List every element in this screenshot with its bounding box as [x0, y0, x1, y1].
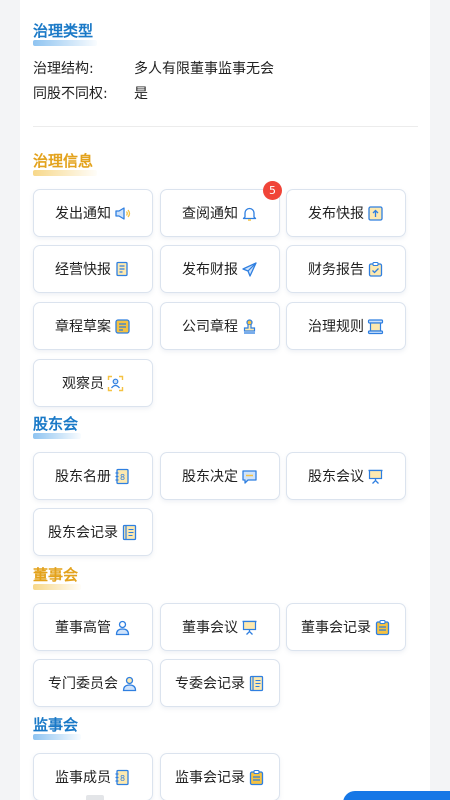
governance-rules-button[interactable]: 治理规则: [286, 302, 406, 350]
record-book-icon: [121, 524, 138, 541]
publish-financials-button[interactable]: 发布财报: [160, 245, 280, 293]
chat-icon: [241, 468, 258, 485]
directors-executives-button[interactable]: 董事高管: [33, 603, 153, 651]
presentation-icon: [367, 468, 384, 485]
info-row-dual-class: 同股不同权: 是: [33, 83, 148, 103]
person-icon: [121, 675, 138, 692]
view-notice-button[interactable]: 查阅通知 5: [160, 181, 282, 237]
presentation-icon: [241, 619, 258, 636]
record-book-icon: [248, 675, 265, 692]
roster-icon: 8: [114, 769, 131, 786]
svg-text:8: 8: [120, 774, 125, 783]
shareholder-meeting-button[interactable]: 股东会议: [286, 452, 406, 500]
observer-button[interactable]: 观察员: [33, 359, 153, 407]
publish-bulletin-button[interactable]: 发布快报: [286, 189, 406, 237]
notepad-icon: [114, 318, 131, 335]
floating-action-tab[interactable]: [343, 791, 450, 800]
financial-report-button[interactable]: 财务报告: [286, 245, 406, 293]
roster-icon: 8: [114, 468, 131, 485]
divider: [33, 126, 418, 127]
company-charter-button[interactable]: 公司章程: [160, 302, 280, 350]
section-title-shareholders: 股东会: [33, 413, 81, 439]
section-title-board: 董事会: [33, 564, 81, 590]
shareholder-decision-button[interactable]: 股东决定: [160, 452, 280, 500]
supervisor-members-button[interactable]: 监事成员 8: [33, 753, 153, 800]
megaphone-icon: [114, 205, 131, 222]
document-icon: [114, 261, 131, 278]
bell-icon: [241, 205, 258, 222]
notification-count-badge: 5: [263, 181, 282, 200]
info-label: 治理结构:: [33, 61, 94, 77]
info-label: 同股不同权:: [33, 86, 108, 102]
clipboard-icon: [248, 769, 265, 786]
svg-text:8: 8: [120, 473, 125, 482]
special-committee-button[interactable]: 专门委员会: [33, 659, 153, 707]
stamp-icon: [241, 318, 258, 335]
board-minutes-button[interactable]: 董事会记录: [286, 603, 406, 651]
clipboard-check-icon: [367, 261, 384, 278]
upload-doc-icon: [367, 205, 384, 222]
charter-draft-button[interactable]: 章程草案: [33, 302, 153, 350]
bottom-bar-icon[interactable]: [86, 795, 104, 800]
section-title-governance-type: 治理类型: [33, 20, 97, 46]
scroll-icon: [367, 318, 384, 335]
shareholder-minutes-button[interactable]: 股东会记录: [33, 508, 153, 556]
section-title-governance-info: 治理信息: [33, 150, 97, 176]
paper-plane-icon: [241, 261, 258, 278]
committee-minutes-button[interactable]: 专委会记录: [160, 659, 280, 707]
info-value: 多人有限董事监事无会: [134, 61, 274, 77]
supervisor-minutes-button[interactable]: 监事会记录: [160, 753, 280, 800]
send-notice-button[interactable]: 发出通知: [33, 189, 153, 237]
info-value: 是: [134, 86, 148, 102]
business-bulletin-button[interactable]: 经营快报: [33, 245, 153, 293]
section-title-supervisors: 监事会: [33, 714, 81, 740]
shareholder-roster-button[interactable]: 股东名册 8: [33, 452, 153, 500]
board-meeting-button[interactable]: 董事会议: [160, 603, 280, 651]
info-row-structure: 治理结构: 多人有限董事监事无会: [33, 58, 274, 78]
clipboard-icon: [374, 619, 391, 636]
observer-icon: [107, 375, 124, 392]
person-icon: [114, 619, 131, 636]
